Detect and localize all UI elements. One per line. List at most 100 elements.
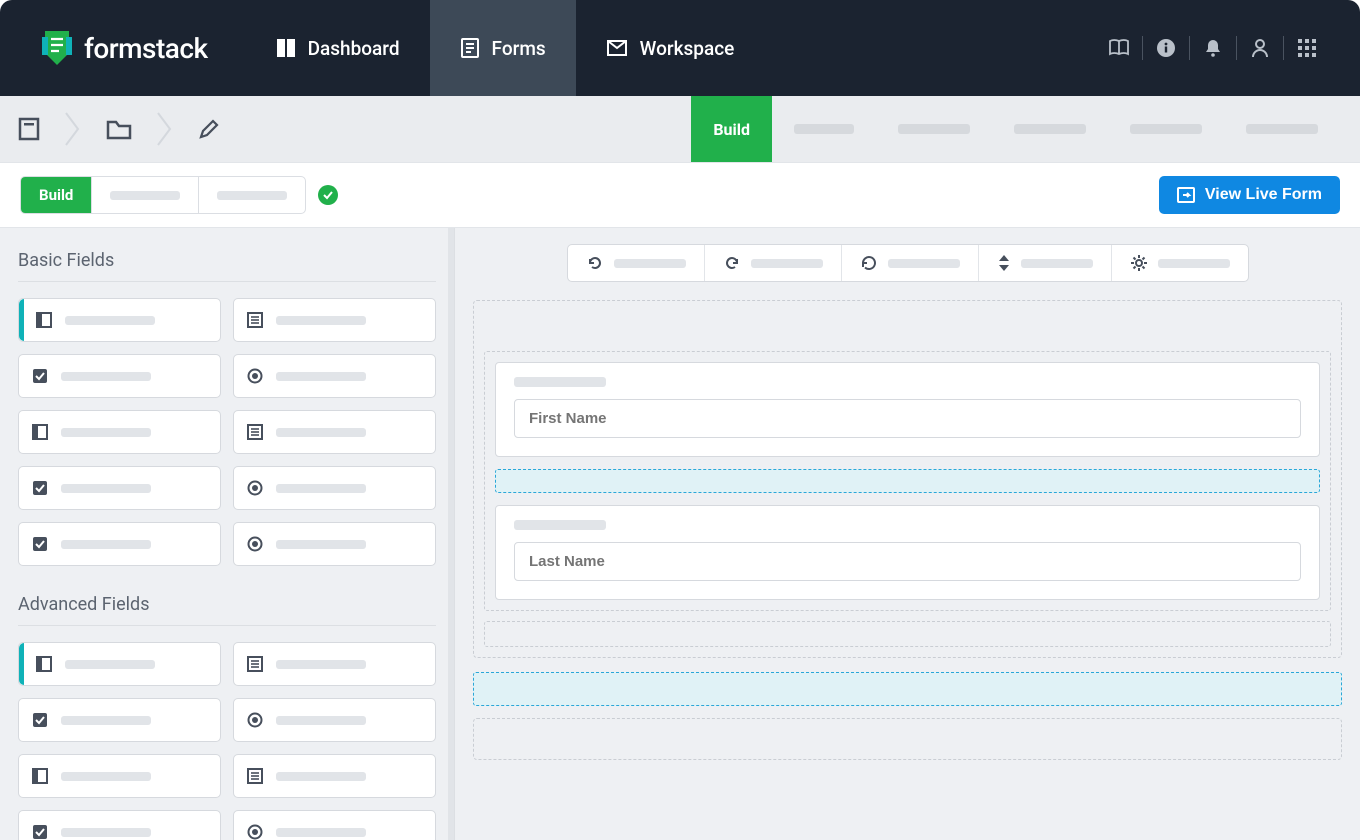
dashboard-icon [276,38,296,58]
nav-label: Forms [492,37,546,60]
form-canvas [455,228,1360,840]
nav-items: Dashboard Forms Workspace [246,0,765,96]
info-button[interactable] [1143,28,1189,68]
placeholder-bar [276,772,366,781]
field-card[interactable] [233,754,436,798]
field-card[interactable] [233,466,436,510]
account-button[interactable] [1237,28,1283,68]
undo-icon [586,254,604,272]
field-card[interactable] [18,642,221,686]
placeholder-bar [276,484,366,493]
placeholder-bar [1130,124,1202,134]
nav-dashboard[interactable]: Dashboard [246,0,430,96]
brand-logo: formstack [0,0,246,96]
field-card[interactable] [18,298,221,342]
field-card[interactable] [18,810,221,840]
mode-segments: Build [20,176,306,214]
view-live-form-button[interactable]: View Live Form [1159,176,1340,214]
field-card[interactable] [233,522,436,566]
nav-workspace[interactable]: Workspace [576,0,765,96]
page-tabs: Build [691,96,1360,162]
breadcrumb-step-edit[interactable] [198,118,220,140]
form-section[interactable] [473,300,1342,658]
field-label-placeholder [514,377,606,387]
field-card[interactable] [18,410,221,454]
fields-sidebar: Basic Fields Advanced Fields [0,228,455,840]
panel-left-icon [31,423,49,441]
placeholder-bar [1158,259,1230,268]
settings-button[interactable] [1112,245,1248,281]
sort-button[interactable] [979,245,1112,281]
placeholder-bar [794,124,854,134]
field-card[interactable] [233,810,436,840]
apps-grid-icon [1297,38,1317,58]
placeholder-bar [276,316,366,325]
field-card[interactable] [18,354,221,398]
segment-build[interactable]: Build [21,177,92,213]
form-icon [18,117,40,141]
radio-icon [246,479,264,497]
external-icon [1177,187,1195,203]
segment-placeholder[interactable] [199,177,305,213]
chevron-right-icon [156,111,174,147]
panel-left-icon [35,655,53,673]
help-book-button[interactable] [1096,28,1142,68]
redo-button[interactable] [705,245,842,281]
field-card[interactable] [18,522,221,566]
advanced-fields-grid [18,642,436,840]
placeholder-bar [61,540,151,549]
pencil-icon [198,118,220,140]
field-first-name[interactable] [495,362,1320,457]
form-section[interactable] [473,718,1342,760]
panel-left-icon [35,311,53,329]
placeholder-bar [61,484,151,493]
field-card[interactable] [233,410,436,454]
placeholder-bar [276,372,366,381]
radio-icon [246,535,264,553]
tab-placeholder[interactable] [992,96,1108,162]
notifications-button[interactable] [1190,28,1236,68]
field-card[interactable] [18,698,221,742]
first-name-input[interactable] [514,399,1301,438]
field-card[interactable] [18,466,221,510]
radio-icon [246,711,264,729]
list-icon [246,767,264,785]
book-icon [1108,38,1130,58]
field-card[interactable] [233,354,436,398]
apps-button[interactable] [1284,28,1330,68]
tab-placeholder[interactable] [876,96,992,162]
logo-mark-icon [42,31,72,65]
field-card[interactable] [18,754,221,798]
checkbox-icon [31,535,49,553]
field-card[interactable] [233,698,436,742]
placeholder-bar [110,191,180,200]
nav-label: Workspace [640,37,735,60]
breadcrumb-step-folder[interactable] [106,118,132,140]
tab-placeholder[interactable] [1224,96,1340,162]
nav-forms[interactable]: Forms [430,0,576,96]
segment-placeholder[interactable] [92,177,199,213]
last-name-input[interactable] [514,542,1301,581]
tab-build[interactable]: Build [691,96,772,162]
section-title-advanced: Advanced Fields [18,594,436,626]
undo-button[interactable] [568,245,705,281]
canvas-toolbar [473,244,1342,282]
drop-zone[interactable] [495,469,1320,493]
radio-icon [246,367,264,385]
user-icon [1250,38,1270,58]
placeholder-bar [888,259,960,268]
tab-placeholder[interactable] [1108,96,1224,162]
refresh-button[interactable] [842,245,979,281]
checkbox-icon [31,367,49,385]
section-footer-dropzone[interactable] [484,621,1331,647]
field-last-name[interactable] [495,505,1320,600]
placeholder-bar [217,191,287,200]
section-title-basic: Basic Fields [18,250,436,282]
main-area: Basic Fields Advanced Fields [0,228,1360,840]
field-card[interactable] [233,642,436,686]
breadcrumb-step-form[interactable] [18,117,40,141]
section-header [474,719,1341,759]
drop-zone[interactable] [473,672,1342,706]
field-card[interactable] [233,298,436,342]
tab-placeholder[interactable] [772,96,876,162]
